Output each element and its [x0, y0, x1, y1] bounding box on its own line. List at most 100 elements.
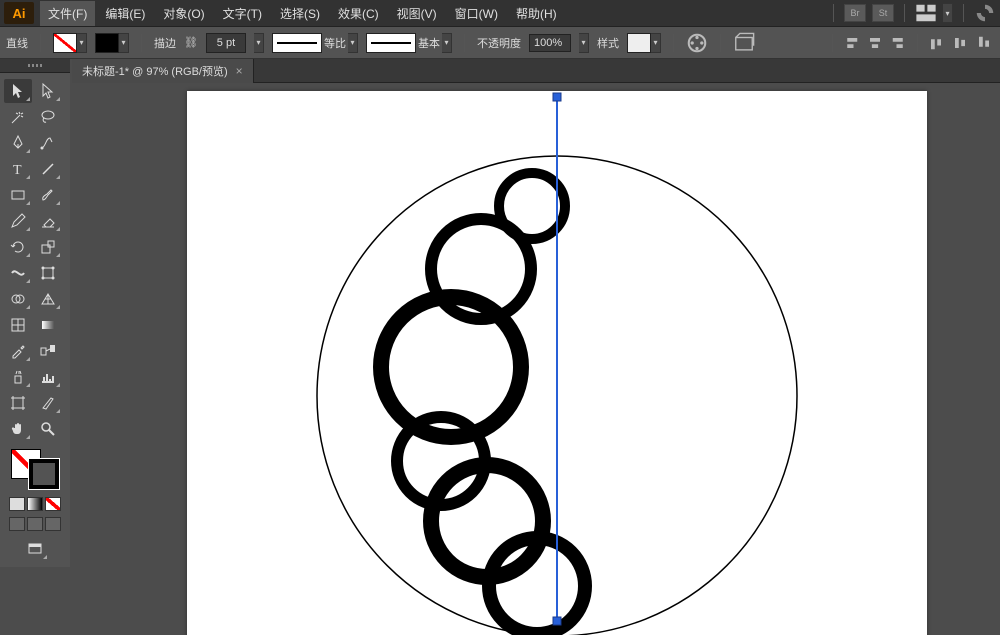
style-label: 样式: [597, 35, 619, 51]
align-bottom-icon[interactable]: [974, 33, 994, 53]
menu-select[interactable]: 选择(S): [272, 1, 328, 26]
arrange-dropdown[interactable]: ▾: [943, 3, 953, 23]
options-bar: 直线 ▾ ▾ 描边 ⛓ ▾ 等比 ▾ 基本 ▾ 不透明度 ▾ 样式 ▾: [0, 27, 1000, 59]
tab-strip: 未标题-1* @ 97% (RGB/预览) ×: [72, 59, 1000, 83]
menubar-right-icons: Br St ▾: [829, 2, 996, 24]
canvas[interactable]: [72, 83, 1000, 635]
rectangle-tool[interactable]: [4, 183, 32, 207]
toolbox-tab[interactable]: [0, 59, 70, 73]
profile-dropdown-1[interactable]: ▾: [348, 33, 358, 53]
gradient-tool[interactable]: [34, 313, 62, 337]
opacity-label: 不透明度: [477, 35, 521, 51]
align-top-icon[interactable]: [926, 33, 946, 53]
menu-effect[interactable]: 效果(C): [330, 1, 387, 26]
magic-wand-tool[interactable]: [4, 105, 32, 129]
menu-text[interactable]: 文字(T): [215, 1, 270, 26]
document-tab[interactable]: 未标题-1* @ 97% (RGB/预览) ×: [72, 59, 254, 83]
artboard-tool[interactable]: [4, 391, 32, 415]
style-swatch[interactable]: [627, 33, 651, 53]
pen-tool[interactable]: [4, 131, 32, 155]
align-hcenter-icon[interactable]: [865, 33, 885, 53]
brush-preview[interactable]: [366, 33, 416, 53]
slice-tool[interactable]: [34, 391, 62, 415]
screen-mode-icon[interactable]: [21, 537, 49, 561]
close-icon[interactable]: ×: [236, 64, 243, 78]
separator: [917, 34, 918, 52]
separator: [464, 34, 465, 52]
mini-none-icon[interactable]: [45, 497, 61, 511]
stroke-weight-dropdown[interactable]: ▾: [254, 33, 264, 53]
width-tool[interactable]: [4, 261, 32, 285]
color-swatches[interactable]: [11, 449, 59, 489]
stroke-label: 描边: [154, 35, 176, 51]
draw-normal-icon[interactable]: [9, 517, 25, 531]
align-left-icon[interactable]: [841, 33, 861, 53]
stroke-profile-preview[interactable]: [272, 33, 322, 53]
mesh-tool[interactable]: [4, 313, 32, 337]
profile-label-2: 基本: [418, 35, 440, 51]
separator: [832, 34, 833, 52]
recolor-icon[interactable]: [686, 32, 708, 54]
stroke-dropdown[interactable]: ▾: [119, 33, 129, 53]
blend-tool[interactable]: [34, 339, 62, 363]
shape-builder-tool[interactable]: [4, 287, 32, 311]
bridge-icon[interactable]: Br: [844, 4, 866, 22]
arrange-icon[interactable]: [915, 2, 937, 24]
profile-dropdown-2[interactable]: ▾: [442, 33, 452, 53]
separator: [141, 34, 142, 52]
svg-text:T: T: [13, 163, 22, 178]
zoom-tool[interactable]: [34, 417, 62, 441]
artwork[interactable]: [187, 91, 927, 635]
draw-inside-icon[interactable]: [45, 517, 61, 531]
symbol-sprayer-tool[interactable]: [4, 365, 32, 389]
fill-swatch[interactable]: [53, 33, 77, 53]
transform-icon[interactable]: [733, 32, 755, 54]
align-vcenter-icon[interactable]: [950, 33, 970, 53]
lasso-tool[interactable]: [34, 105, 62, 129]
menu-object[interactable]: 对象(O): [155, 1, 212, 26]
tool-name-label: 直线: [6, 35, 28, 51]
hand-tool[interactable]: [4, 417, 32, 441]
free-transform-tool[interactable]: [34, 261, 62, 285]
pencil-tool[interactable]: [4, 209, 32, 233]
stroke-weight-input[interactable]: [206, 33, 246, 53]
stroke-color-swatch[interactable]: [29, 459, 59, 489]
mini-color-icon[interactable]: [9, 497, 25, 511]
graph-tool[interactable]: [34, 365, 62, 389]
perspective-tool[interactable]: [34, 287, 62, 311]
link-icon[interactable]: ⛓: [184, 36, 198, 49]
menu-file[interactable]: 文件(F): [40, 1, 95, 26]
document-area: 未标题-1* @ 97% (RGB/预览) ×: [72, 59, 1000, 635]
paintbrush-tool[interactable]: [34, 183, 62, 207]
menu-edit[interactable]: 编辑(E): [97, 1, 153, 26]
separator: [720, 34, 721, 52]
menu-window[interactable]: 窗口(W): [447, 1, 506, 26]
rotate-tool[interactable]: [4, 235, 32, 259]
app-logo-icon: Ai: [4, 2, 34, 24]
align-right-icon[interactable]: [889, 33, 909, 53]
stock-icon[interactable]: St: [872, 4, 894, 22]
sync-icon[interactable]: [974, 2, 996, 24]
style-dropdown[interactable]: ▾: [651, 33, 661, 53]
curvature-tool[interactable]: [34, 131, 62, 155]
type-tool[interactable]: T: [4, 157, 32, 181]
selection-tool[interactable]: [4, 79, 32, 103]
mini-gradient-icon[interactable]: [27, 497, 43, 511]
opacity-input[interactable]: [529, 34, 571, 52]
menu-view[interactable]: 视图(V): [389, 1, 445, 26]
toolbox: T: [0, 73, 70, 567]
eyedropper-tool[interactable]: [4, 339, 32, 363]
scale-tool[interactable]: [34, 235, 62, 259]
separator: [40, 34, 41, 52]
menu-help[interactable]: 帮助(H): [508, 1, 565, 26]
stroke-swatch[interactable]: [95, 33, 119, 53]
line-tool[interactable]: [34, 157, 62, 181]
opacity-dropdown[interactable]: ▾: [579, 33, 589, 53]
separator: [673, 34, 674, 52]
fill-dropdown[interactable]: ▾: [77, 33, 87, 53]
artboard[interactable]: [187, 91, 927, 635]
direct-selection-tool[interactable]: [34, 79, 62, 103]
eraser-tool[interactable]: [34, 209, 62, 233]
separator: [833, 4, 834, 22]
draw-behind-icon[interactable]: [27, 517, 43, 531]
